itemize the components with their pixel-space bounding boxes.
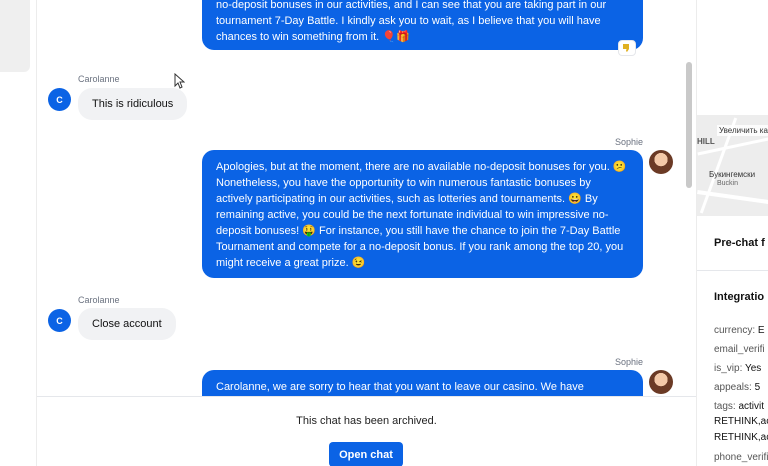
open-chat-button[interactable]: Open chat bbox=[329, 442, 403, 466]
agent-message-bubble: Carolanne, we are sorry to hear that you… bbox=[202, 370, 643, 396]
message-line: remaining active, you could be the next … bbox=[216, 209, 609, 221]
message-line: chances to win something from it. 🎈🎁 bbox=[216, 31, 410, 43]
left-sidebar bbox=[0, 0, 37, 466]
chat-scrollbar[interactable] bbox=[686, 62, 692, 188]
thumbs-down-icon[interactable] bbox=[618, 40, 636, 56]
message-line: deposit bonuses! 🤑 For instance, you sti… bbox=[216, 225, 621, 237]
sender-name: Carolanne bbox=[78, 74, 120, 84]
info-row: email_verifi bbox=[714, 344, 765, 355]
info-row: phone_verifi bbox=[714, 452, 768, 463]
divider bbox=[697, 270, 768, 271]
user-message-bubble: Close account bbox=[78, 308, 176, 340]
user-message-bubble: This is ridiculous bbox=[78, 88, 188, 120]
location-map[interactable]: Увеличить ка HILL Букингемски Buckin bbox=[697, 115, 768, 216]
message-line: Carolanne, we are sorry to hear that you… bbox=[216, 381, 584, 393]
archived-notice: This chat has been archived. bbox=[296, 415, 437, 427]
mouse-cursor-icon bbox=[174, 73, 185, 89]
info-row: is_vip: Yes bbox=[714, 363, 762, 374]
info-row: currency: E bbox=[714, 325, 765, 336]
map-label: HILL bbox=[697, 137, 715, 146]
message-line: Nonetheless, you have the opportunity to… bbox=[216, 177, 591, 189]
message-line: tournament 7-Day Battle. I kindly ask yo… bbox=[216, 15, 601, 27]
info-row: RETHINK,ac bbox=[714, 416, 768, 427]
avatar: C bbox=[48, 309, 71, 332]
map-label: Buckin bbox=[717, 180, 739, 187]
integration-section-title[interactable]: Integratio bbox=[714, 291, 764, 303]
conversation-list-card[interactable] bbox=[0, 0, 30, 72]
customer-info-panel: Увеличить ка HILL Букингемски Buckin Pre… bbox=[696, 0, 768, 466]
prechat-section-title[interactable]: Pre-chat f bbox=[714, 237, 765, 249]
message-line: Apologies, but at the moment, there are … bbox=[216, 161, 627, 173]
map-zoom-hint: Увеличить ка bbox=[717, 125, 768, 136]
sender-name: Sophie bbox=[615, 137, 644, 147]
avatar: C bbox=[48, 88, 71, 111]
message-line: no-deposit bonuses in our activities, an… bbox=[216, 0, 607, 11]
sender-name: Carolanne bbox=[78, 295, 120, 305]
avatar bbox=[649, 150, 673, 174]
message-line: actively participating in our activities… bbox=[216, 193, 598, 205]
chat-history[interactable]: no-deposit bonuses in our activities, an… bbox=[37, 0, 696, 396]
info-row: tags: activit bbox=[714, 401, 765, 412]
sender-name: Sophie bbox=[615, 357, 644, 367]
avatar bbox=[649, 370, 673, 394]
agent-message-bubble: no-deposit bonuses in our activities, an… bbox=[202, 0, 643, 50]
message-line: Tournament and compete for a no-deposit … bbox=[216, 241, 624, 253]
archived-footer: This chat has been archived. Open chat bbox=[37, 396, 696, 466]
message-line: might receive a great prize. 😉 bbox=[216, 257, 366, 269]
info-row: appeals: 5 bbox=[714, 382, 761, 393]
info-row: RETHINK,ac bbox=[714, 432, 768, 443]
map-label: Букингемски bbox=[709, 170, 756, 179]
agent-message-bubble: Apologies, but at the moment, there are … bbox=[202, 150, 643, 278]
